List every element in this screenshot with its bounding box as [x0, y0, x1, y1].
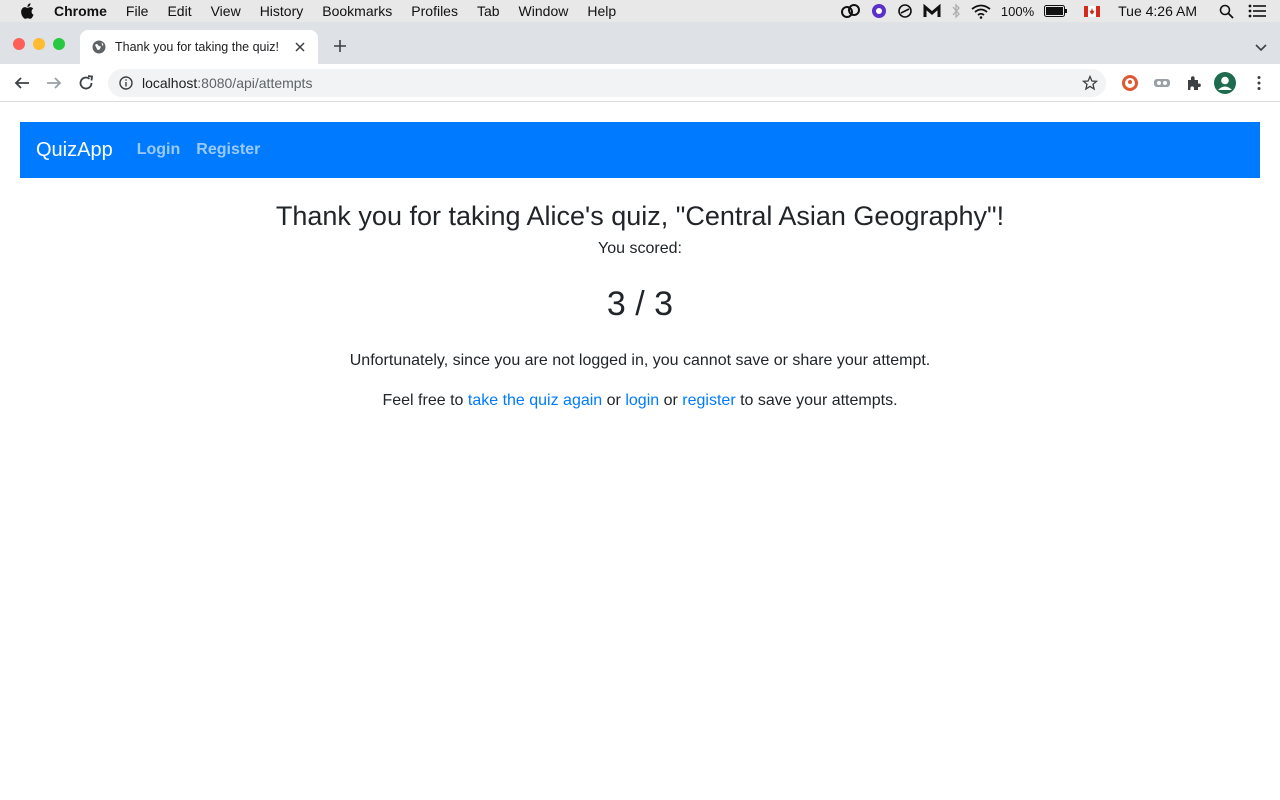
address-bar[interactable]: localhost:8080/api/attempts [108, 69, 1106, 97]
tab-title: Thank you for taking the quiz! [115, 40, 279, 54]
bookmark-star-icon[interactable] [1081, 74, 1099, 91]
retake-quiz-link[interactable]: take the quiz again [468, 392, 602, 409]
nav-login-link[interactable]: Login [137, 141, 181, 159]
reload-icon[interactable] [76, 73, 96, 93]
menu-edit[interactable]: Edit [167, 3, 191, 19]
battery-percent[interactable]: 100% [1001, 4, 1034, 19]
menu-file[interactable]: File [126, 3, 149, 19]
window-zoom-button[interactable] [53, 38, 65, 50]
score-value: 3 / 3 [606, 285, 674, 323]
cta-or-1: or [606, 392, 621, 409]
menu-history[interactable]: History [260, 3, 304, 19]
result-heading: Thank you for taking Alice's quiz, "Cent… [275, 201, 1005, 231]
menu-app-name[interactable]: Chrome [54, 3, 107, 19]
bluetooth-icon[interactable] [951, 3, 961, 19]
nav-register-link[interactable]: Register [196, 141, 260, 159]
login-link[interactable]: login [625, 392, 659, 409]
globe-icon [92, 40, 106, 54]
cta-prefix: Feel free to [382, 392, 464, 409]
menu-profiles[interactable]: Profiles [411, 3, 458, 19]
window-minimize-button[interactable] [33, 38, 45, 50]
navbar-brand[interactable]: QuizApp [36, 139, 113, 162]
cta-line: Feel free to take the quiz again or logi… [0, 389, 1280, 413]
window-close-button[interactable] [13, 38, 25, 50]
url-path: :8080/api/attempts [197, 75, 313, 91]
result-content: Thank you for taking Alice's quiz, "Cent… [0, 196, 1280, 413]
forward-arrow-icon[interactable] [44, 73, 64, 93]
extensions-puzzle-icon[interactable] [1185, 74, 1203, 92]
url-host: localhost [142, 75, 198, 91]
spotlight-search-icon[interactable] [1219, 4, 1234, 19]
register-link[interactable]: register [682, 392, 735, 409]
back-arrow-icon[interactable] [12, 73, 32, 93]
canada-flag-icon[interactable] [1084, 5, 1101, 17]
browser-toolbar: localhost:8080/api/attempts [0, 64, 1280, 102]
menu-window[interactable]: Window [519, 3, 569, 19]
scored-label: You scored: [598, 240, 682, 257]
duckduckgo-extension-icon[interactable] [1121, 74, 1139, 92]
notification-center-icon[interactable] [1248, 4, 1266, 18]
menu-help[interactable]: Help [587, 3, 616, 19]
menu-clock[interactable]: Tue 4:26 AM [1118, 3, 1197, 19]
tab-close-icon[interactable] [292, 39, 308, 55]
wifi-icon[interactable] [971, 4, 991, 19]
sync-icon[interactable] [897, 3, 913, 19]
browser-tab-strip: Thank you for taking the quiz! [0, 22, 1280, 64]
glasses-extension-icon[interactable] [1153, 74, 1171, 92]
menu-tab[interactable]: Tab [477, 3, 500, 19]
menu-bookmarks[interactable]: Bookmarks [322, 3, 392, 19]
new-tab-plus-icon[interactable] [330, 36, 350, 56]
battery-icon[interactable] [1044, 5, 1068, 17]
not-logged-in-message: Unfortunately, since you are not logged … [349, 352, 931, 369]
purple-app-icon[interactable] [871, 3, 887, 19]
site-navbar: QuizApp Login Register [20, 122, 1260, 178]
tab-search-chevron-icon[interactable] [1254, 40, 1268, 52]
site-info-icon[interactable] [119, 76, 133, 90]
profile-avatar[interactable] [1214, 72, 1236, 94]
chrome-menu-icon[interactable] [1250, 74, 1268, 92]
url-text[interactable]: localhost:8080/api/attempts [142, 75, 312, 91]
apple-icon[interactable] [18, 2, 36, 20]
menu-view[interactable]: View [211, 3, 241, 19]
cta-or-2: or [663, 392, 678, 409]
cta-suffix: to save your attempts. [740, 392, 898, 409]
malwarebytes-icon[interactable] [923, 3, 941, 19]
creative-cloud-icon[interactable] [840, 4, 861, 18]
browser-tab-active[interactable]: Thank you for taking the quiz! [80, 30, 318, 64]
macos-menu-bar: Chrome File Edit View History Bookmarks … [0, 0, 1280, 22]
